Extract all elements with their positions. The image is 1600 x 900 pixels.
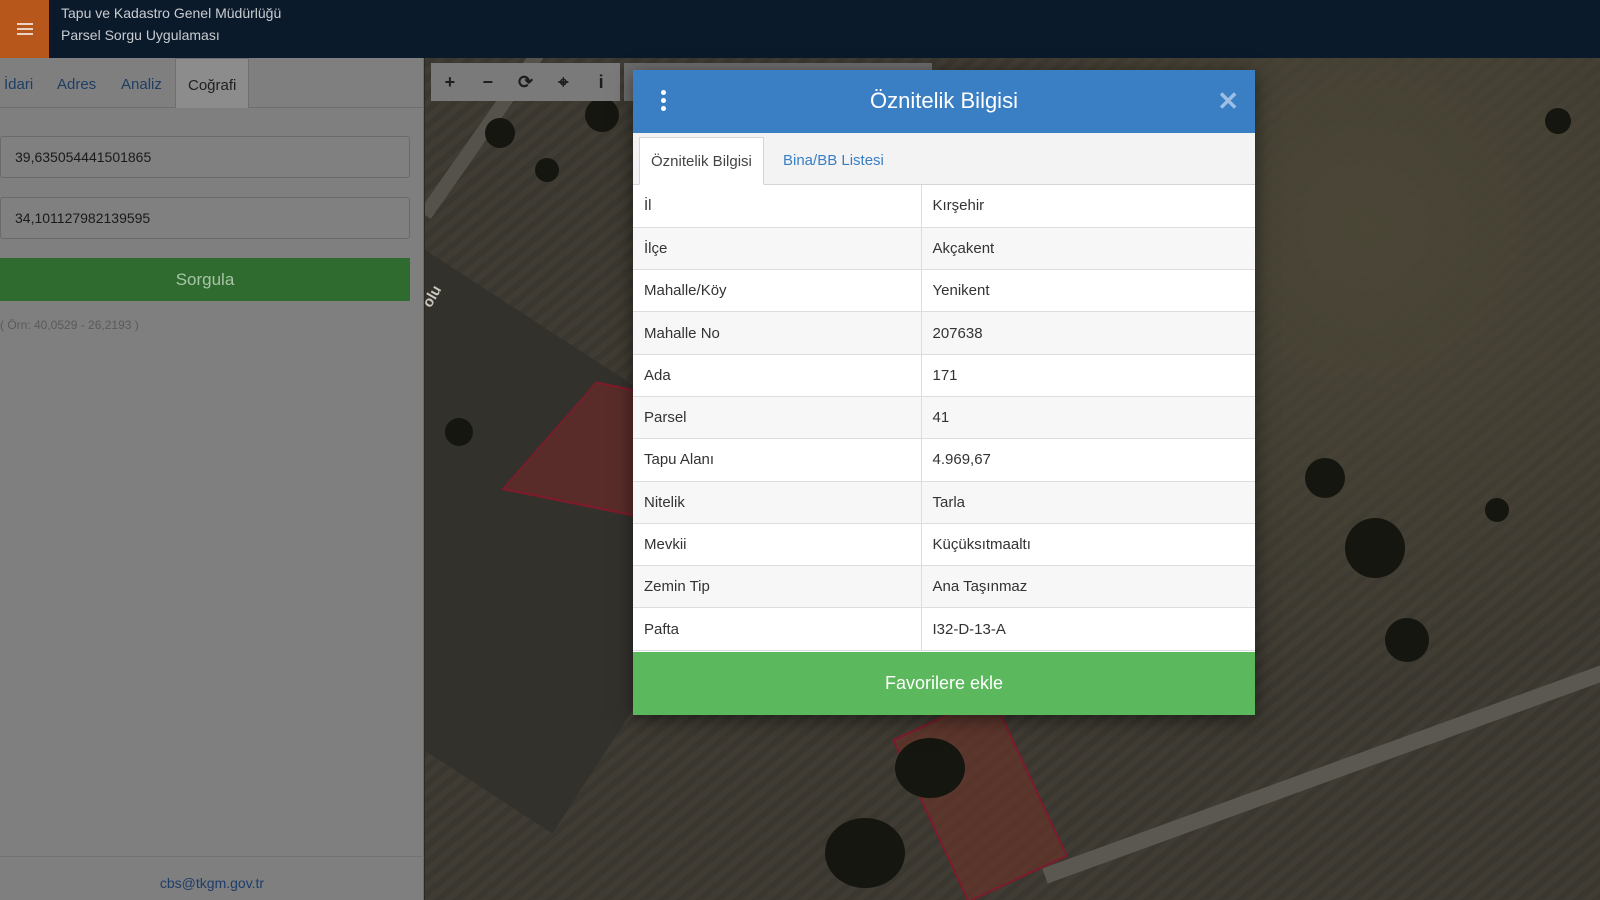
- tab-idari[interactable]: İdari: [0, 58, 45, 108]
- map-tree: [1545, 108, 1571, 134]
- sidebar: İdari Adres Analiz Coğrafi 39,6350544415…: [0, 58, 424, 900]
- hamburger-icon: [16, 23, 33, 35]
- attribute-key: Ada: [633, 354, 922, 397]
- attribute-key: Zemin Tip: [633, 565, 922, 609]
- tab-building-list[interactable]: Bina/BB Listesi: [772, 137, 895, 185]
- app-title-org: Tapu ve Kadastro Genel Müdürlüğü: [61, 5, 282, 21]
- coordinate-hint: ( Örn: 40,0529 - 26,2193 ): [0, 318, 139, 332]
- attribute-value: Ana Taşınmaz: [921, 565, 1255, 609]
- info-icon[interactable]: i: [582, 63, 620, 101]
- map-toolbar: + − ⟳ ⌖ i: [431, 63, 620, 101]
- latitude-input[interactable]: 39,635054441501865: [0, 136, 410, 178]
- table-row: Mahalle/Köy Yenikent: [633, 269, 1255, 313]
- tab-cografi[interactable]: Coğrafi: [175, 58, 250, 108]
- table-row: Tapu Alanı 4.969,67: [633, 438, 1255, 482]
- zoom-in-icon[interactable]: +: [431, 63, 469, 101]
- map-tree: [1485, 498, 1509, 522]
- map-tree: [1305, 458, 1345, 498]
- dialog-title: Öznitelik Bilgisi: [870, 88, 1018, 113]
- tab-analiz[interactable]: Analiz: [109, 58, 174, 108]
- map-tree: [585, 98, 619, 132]
- attribute-key: Mahalle/Köy: [633, 269, 922, 313]
- attribute-value: Akçakent: [921, 227, 1255, 271]
- attribute-key: Parsel: [633, 396, 922, 440]
- table-row: Mevkii Küçüksıtmaaltı: [633, 523, 1255, 567]
- locate-icon[interactable]: ⌖: [544, 63, 582, 101]
- query-button[interactable]: Sorgula: [0, 258, 410, 301]
- attribute-value: 4.969,67: [921, 438, 1255, 482]
- attribute-key: İl: [633, 185, 922, 228]
- tab-adres[interactable]: Adres: [45, 58, 108, 108]
- attribute-table: İl Kırşehir İlçe Akçakent Mahalle/Köy Yeniken…: [633, 185, 1255, 651]
- add-favorite-button[interactable]: Favorilere ekle: [633, 652, 1255, 715]
- longitude-input[interactable]: 34,101127982139595: [0, 197, 410, 239]
- attribute-value: 171: [921, 354, 1255, 397]
- refresh-icon[interactable]: ⟳: [507, 63, 545, 101]
- sidebar-tabs: İdari Adres Analiz Coğrafi: [0, 58, 424, 108]
- app-header: Tapu ve Kadastro Genel Müdürlüğü Parsel …: [0, 0, 1600, 58]
- attribute-value: 207638: [921, 311, 1255, 355]
- dialog-tabs: Öznitelik Bilgisi Bina/BB Listesi: [633, 133, 1255, 185]
- map-tree: [485, 118, 515, 148]
- app-title-name: Parsel Sorgu Uygulaması: [61, 27, 220, 43]
- attribute-value: Tarla: [921, 481, 1255, 524]
- attribute-key: Mahalle No: [633, 311, 922, 355]
- map-tree: [445, 418, 473, 446]
- attribute-dialog: Öznitelik Bilgisi ✕ Öznitelik Bilgisi Bi…: [633, 70, 1255, 715]
- table-row: İlçe Akçakent: [633, 227, 1255, 271]
- table-row: Nitelik Tarla: [633, 481, 1255, 524]
- map-tree: [1345, 518, 1405, 578]
- attribute-value: Yenikent: [921, 269, 1255, 313]
- map-tree: [825, 818, 905, 888]
- footer-email-link[interactable]: cbs@tkgm.gov.tr: [0, 856, 424, 900]
- table-row: Mahalle No 207638: [633, 311, 1255, 355]
- zoom-out-icon[interactable]: −: [469, 63, 507, 101]
- table-row: Ada 171: [633, 354, 1255, 397]
- attribute-value: Küçüksıtmaaltı: [921, 523, 1255, 567]
- attribute-key: İlçe: [633, 227, 922, 271]
- tab-attribute-info[interactable]: Öznitelik Bilgisi: [639, 137, 764, 185]
- menu-button[interactable]: [0, 0, 49, 58]
- attribute-key: Nitelik: [633, 481, 922, 524]
- attribute-key: Mevkii: [633, 523, 922, 567]
- attribute-key: Tapu Alanı: [633, 438, 922, 482]
- table-row: Parsel 41: [633, 396, 1255, 440]
- map-tree: [895, 738, 965, 798]
- map-tree: [535, 158, 559, 182]
- attribute-value: Kırşehir: [921, 185, 1255, 228]
- close-icon[interactable]: ✕: [1217, 88, 1239, 114]
- attribute-value: I32-D-13-A: [921, 607, 1255, 651]
- table-row: Pafta I32-D-13-A: [633, 607, 1255, 651]
- map-tree: [1385, 618, 1429, 662]
- table-row: İl Kırşehir: [633, 185, 1255, 228]
- attribute-key: Pafta: [633, 607, 922, 651]
- dialog-header: Öznitelik Bilgisi ✕: [633, 70, 1255, 133]
- attribute-value: 41: [921, 396, 1255, 440]
- table-row: Zemin Tip Ana Taşınmaz: [633, 565, 1255, 609]
